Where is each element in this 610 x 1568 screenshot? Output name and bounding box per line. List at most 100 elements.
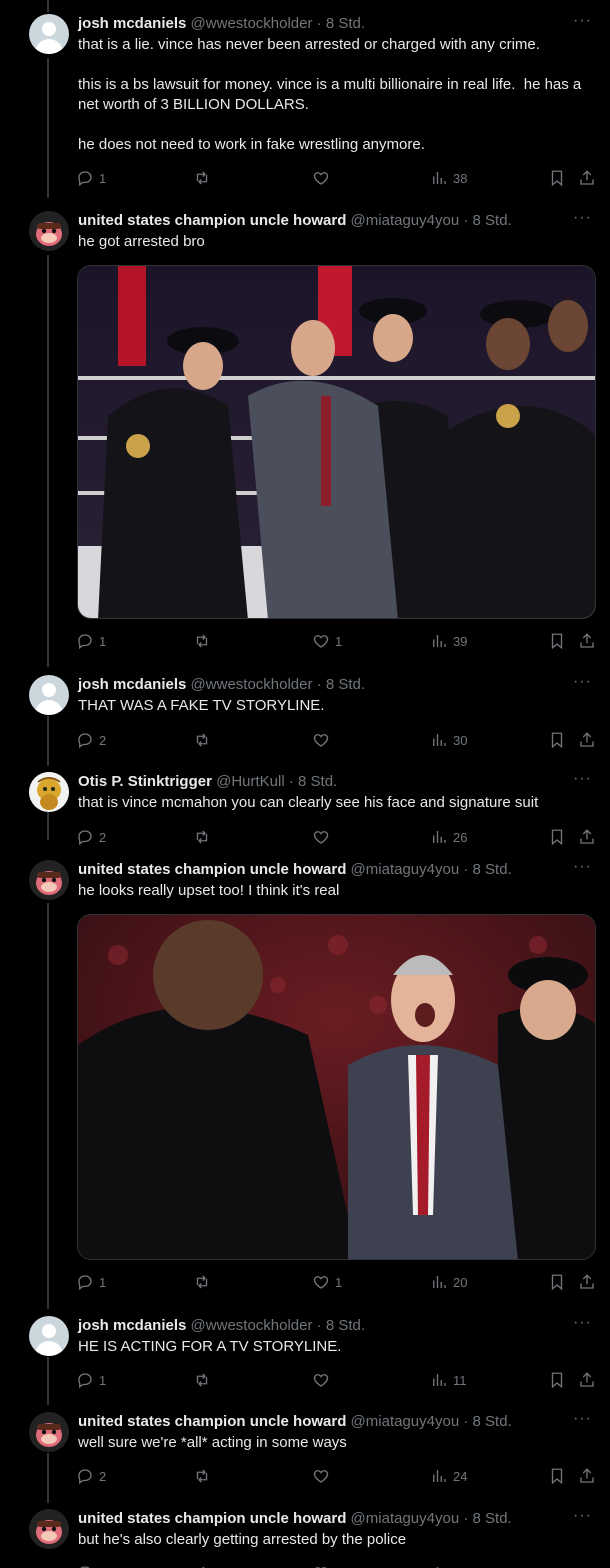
- timestamp[interactable]: 8 Std.: [473, 212, 512, 229]
- like-button[interactable]: 1: [312, 631, 342, 651]
- more-icon[interactable]: ···: [573, 12, 592, 30]
- author-handle[interactable]: @miataguy4you: [351, 212, 460, 229]
- author-handle[interactable]: @HurtKull: [216, 773, 285, 790]
- reply-button[interactable]: 1: [76, 1272, 106, 1292]
- reply-button[interactable]: 2: [76, 827, 106, 847]
- views-button[interactable]: 30: [430, 730, 467, 750]
- bookmark-button[interactable]: [548, 730, 566, 750]
- arrest-photo-image: [78, 266, 595, 618]
- views-button[interactable]: 11: [430, 1370, 467, 1390]
- like-button[interactable]: [312, 1370, 335, 1390]
- reply-button[interactable]: 2: [76, 1466, 106, 1486]
- like-button[interactable]: [312, 827, 335, 847]
- author-handle[interactable]: @miataguy4you: [351, 1510, 460, 1527]
- avatar[interactable]: [29, 1509, 69, 1549]
- reply-button[interactable]: 2: [76, 730, 106, 750]
- repost-button[interactable]: [193, 631, 216, 651]
- author-name[interactable]: united states champion uncle howard: [78, 1510, 346, 1527]
- share-button[interactable]: [578, 1370, 596, 1390]
- share-icon: [580, 170, 594, 185]
- timestamp[interactable]: 8 Std.: [326, 676, 365, 693]
- bookmark-button[interactable]: [548, 827, 566, 847]
- author-handle[interactable]: @miataguy4you: [351, 861, 460, 878]
- reply-icon: [78, 1469, 92, 1485]
- avatar[interactable]: [29, 860, 69, 900]
- timestamp[interactable]: 8 Std.: [473, 861, 512, 878]
- share-button[interactable]: [578, 827, 596, 847]
- reply-button[interactable]: 1: [76, 1370, 106, 1390]
- more-icon[interactable]: ···: [573, 1507, 592, 1525]
- author-handle[interactable]: @wwestockholder: [191, 15, 313, 32]
- reply-button[interactable]: 1: [76, 631, 106, 651]
- repost-icon: [196, 171, 208, 185]
- avatar[interactable]: [29, 211, 69, 251]
- more-icon[interactable]: ···: [573, 1410, 592, 1428]
- author-handle[interactable]: @miataguy4you: [351, 1413, 460, 1430]
- bookmark-button[interactable]: [548, 631, 566, 651]
- repost-button[interactable]: [193, 827, 216, 847]
- avatar[interactable]: [29, 1412, 69, 1452]
- repost-button[interactable]: [193, 1370, 216, 1390]
- author-name[interactable]: josh mcdaniels: [78, 676, 186, 693]
- share-icon: [580, 1372, 594, 1387]
- more-icon[interactable]: ···: [573, 770, 592, 788]
- timestamp[interactable]: 8 Std.: [473, 1413, 512, 1430]
- author-name[interactable]: josh mcdaniels: [78, 1317, 186, 1334]
- more-icon[interactable]: ···: [573, 858, 592, 876]
- views-button[interactable]: [430, 1563, 448, 1568]
- cartoon-avatar-icon: [29, 772, 69, 812]
- share-button[interactable]: [578, 1272, 596, 1292]
- repost-icon: [196, 634, 208, 648]
- views-icon: [433, 1276, 446, 1288]
- timestamp[interactable]: 8 Std.: [326, 15, 365, 32]
- cartoon-avatar-icon: [29, 1412, 69, 1452]
- avatar[interactable]: [29, 675, 69, 715]
- tweet-text: HE IS ACTING FOR A TV STORYLINE.: [78, 1338, 342, 1355]
- reply-button[interactable]: 1: [76, 168, 106, 188]
- author-name[interactable]: united states champion uncle howard: [78, 861, 346, 878]
- avatar[interactable]: [29, 772, 69, 812]
- tweet-photo[interactable]: [77, 265, 596, 619]
- author-name[interactable]: josh mcdaniels: [78, 15, 186, 32]
- reply-button[interactable]: [76, 1563, 94, 1568]
- like-button[interactable]: [312, 1563, 330, 1568]
- share-icon: [580, 732, 594, 747]
- bookmark-button[interactable]: [548, 1370, 566, 1390]
- like-button[interactable]: [312, 1466, 335, 1486]
- views-button[interactable]: 38: [430, 168, 467, 188]
- like-button[interactable]: 1: [312, 1272, 342, 1292]
- share-button[interactable]: [578, 1466, 596, 1486]
- separator-dot: ·: [316, 15, 322, 32]
- author-name[interactable]: Otis P. Stinktrigger: [78, 773, 212, 790]
- repost-button[interactable]: [193, 1272, 216, 1292]
- timestamp[interactable]: 8 Std.: [473, 1510, 512, 1527]
- views-button[interactable]: 26: [430, 827, 467, 847]
- views-button[interactable]: 20: [430, 1272, 467, 1292]
- share-button[interactable]: [578, 168, 596, 188]
- author-name[interactable]: united states champion uncle howard: [78, 1413, 346, 1430]
- timestamp[interactable]: 8 Std.: [298, 773, 337, 790]
- author-handle[interactable]: @wwestockholder: [191, 676, 313, 693]
- author-handle[interactable]: @wwestockholder: [191, 1317, 313, 1334]
- more-icon[interactable]: ···: [573, 673, 592, 691]
- repost-button[interactable]: [193, 730, 216, 750]
- views-button[interactable]: 39: [430, 631, 467, 651]
- more-icon[interactable]: ···: [573, 1314, 592, 1332]
- more-icon[interactable]: ···: [573, 209, 592, 227]
- timestamp[interactable]: 8 Std.: [326, 1317, 365, 1334]
- repost-button[interactable]: [193, 1466, 216, 1486]
- avatar[interactable]: [29, 1316, 69, 1356]
- repost-button[interactable]: [193, 168, 216, 188]
- like-button[interactable]: [312, 168, 335, 188]
- bookmark-button[interactable]: [548, 1466, 566, 1486]
- like-button[interactable]: [312, 730, 335, 750]
- tweet-photo[interactable]: [77, 914, 596, 1260]
- repost-button[interactable]: [193, 1563, 211, 1568]
- views-button[interactable]: 24: [430, 1466, 467, 1486]
- share-button[interactable]: [578, 730, 596, 750]
- share-button[interactable]: [578, 631, 596, 651]
- bookmark-button[interactable]: [548, 168, 566, 188]
- avatar[interactable]: [29, 14, 69, 54]
- author-name[interactable]: united states champion uncle howard: [78, 212, 346, 229]
- bookmark-button[interactable]: [548, 1272, 566, 1292]
